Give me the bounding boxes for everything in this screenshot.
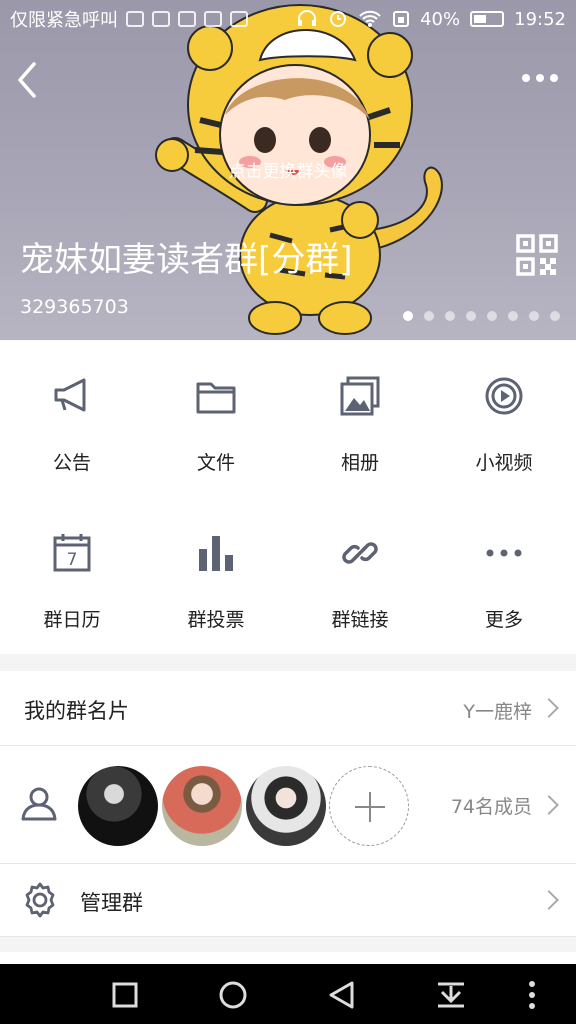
short-video-label: 小视频 [475,452,533,474]
ellipsis-icon [486,549,522,557]
page-dot [508,311,518,321]
alarm-icon [330,11,347,27]
megaphone-icon [54,378,86,412]
calendar-button[interactable]: 7 群日历 [0,497,144,647]
wifi-icon [359,10,381,27]
video-icon [485,377,523,415]
calendar-day: 7 [67,550,78,570]
page-dot [550,311,560,321]
gallery-notification-icon [204,11,222,27]
group-header: 仅限紧急呼叫 40% 19:52 点击更换群头像 宠妹如妻读者群[分群] 329… [0,0,576,340]
sim-icon [393,11,410,27]
group-id: 329365703 [20,296,129,318]
files-label: 文件 [196,452,235,474]
files-button[interactable]: 文件 [144,340,288,490]
member-avatar[interactable] [78,766,158,846]
calendar-icon: 7 [53,534,91,572]
feature-grid: 公告 文件 相册 小视频 7 群日历 群投票 群链接 更多 [0,340,576,654]
my-group-card-label: 我的群名片 [24,699,129,723]
back-nav-icon[interactable] [325,978,359,1012]
back-icon[interactable] [10,60,46,100]
chevron-right-icon [539,795,559,815]
clock: 19:52 [514,8,566,30]
more-features-label: 更多 [484,609,523,631]
gear-icon [25,882,55,918]
add-member-button[interactable] [329,766,409,846]
page-dot [466,311,476,321]
page-dot [424,311,434,321]
more-features-button[interactable]: 更多 [432,497,576,647]
group-name: 宠妹如妻读者群[分群] [20,240,353,280]
page-indicator [403,311,560,321]
system-nav-bar [0,964,576,1024]
recent-apps-icon[interactable] [108,978,142,1012]
calendar-label: 群日历 [43,609,101,631]
more-options-icon[interactable] [522,66,562,90]
battery-icon [470,11,505,27]
divider [0,936,576,937]
announcement-button[interactable]: 公告 [0,340,144,490]
member-count: 74名成员 [450,796,532,818]
album-icon [340,376,380,416]
page-dot [445,311,455,321]
manage-group-label: 管理群 [80,891,143,915]
notification-icon [152,11,170,27]
menu-icon[interactable] [515,978,549,1012]
link-icon [342,542,378,564]
page-dot [529,311,539,321]
bar-chart-icon [199,536,233,571]
manage-group-row[interactable]: 管理群 [0,864,576,936]
notification-icon [126,11,144,27]
group-link-button[interactable]: 群链接 [288,497,432,647]
page-dot-active [403,311,413,321]
members-row[interactable]: 74名成员 [0,746,576,863]
battery-percent: 40% [420,8,461,30]
vote-button[interactable]: 群投票 [144,497,288,647]
carrier-text: 仅限紧急呼叫 [10,10,118,31]
group-link-label: 群链接 [331,609,389,631]
change-avatar-hint[interactable]: 点击更换群头像 [0,157,576,182]
member-avatar[interactable] [162,766,242,846]
my-group-card-row[interactable]: 我的群名片 Y一鹿梓 [0,671,576,745]
vote-label: 群投票 [187,609,245,631]
home-icon[interactable] [216,978,250,1012]
status-bar: 仅限紧急呼叫 40% 19:52 [0,0,576,38]
notification-shade-icon[interactable] [434,978,468,1012]
my-group-card-value: Y一鹿梓 [463,701,532,723]
headset-icon [298,10,317,26]
folder-icon [196,382,236,414]
notification-icon [178,11,196,27]
album-label: 相册 [340,452,379,474]
page-dot [487,311,497,321]
short-video-button[interactable]: 小视频 [432,340,576,490]
qr-code-icon[interactable] [516,234,558,276]
chevron-right-icon [539,890,559,910]
next-section [0,952,576,964]
album-button[interactable]: 相册 [288,340,432,490]
members-icon [21,787,57,821]
app-notification-icon [230,11,248,27]
member-avatar[interactable] [246,766,326,846]
announcement-label: 公告 [52,452,91,474]
chevron-right-icon [539,698,559,718]
